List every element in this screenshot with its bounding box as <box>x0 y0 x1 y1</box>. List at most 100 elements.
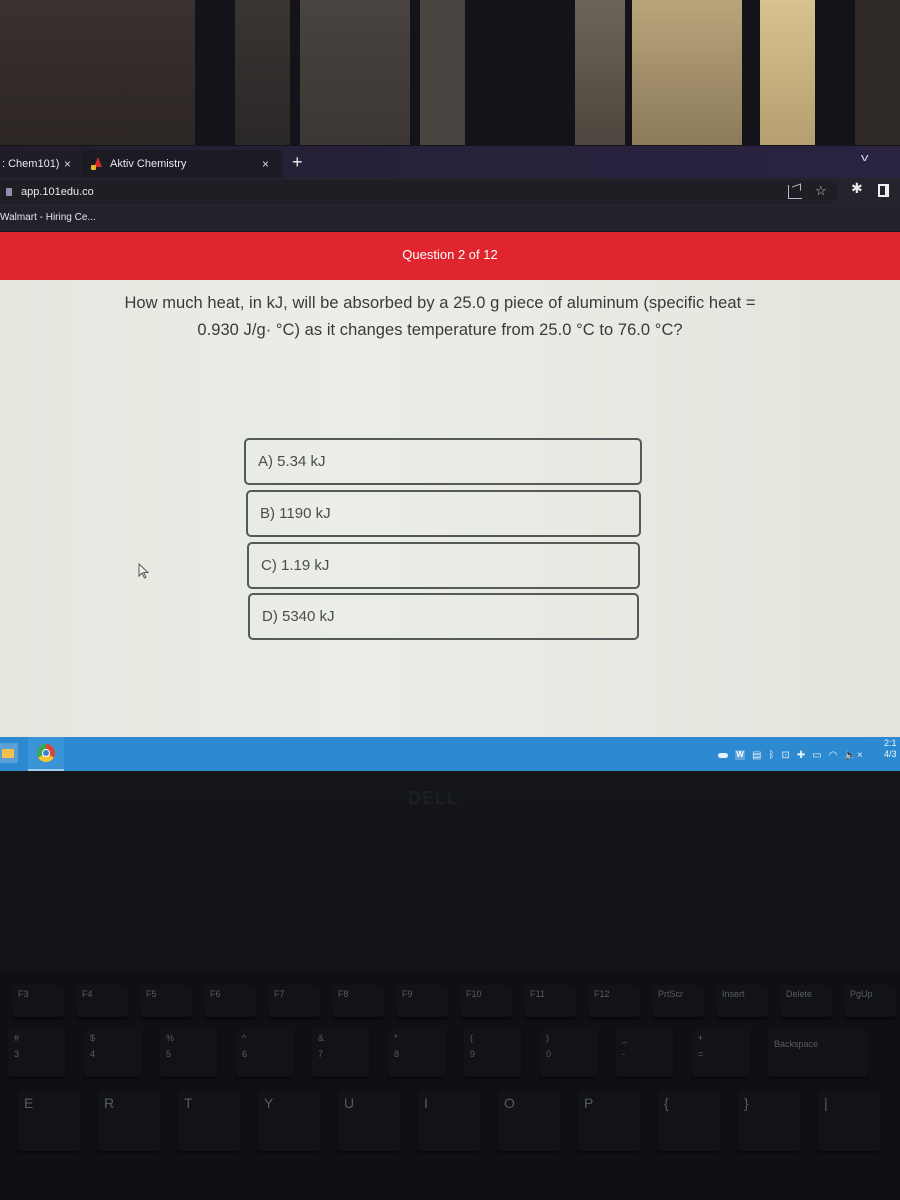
system-tray: W ▤ ᛒ ⊡ ✚ ▭ ◠ 🔈× <box>718 747 863 763</box>
extensions-puzzle-icon[interactable]: ✱ <box>851 180 863 197</box>
keyboard-key: F5 <box>140 985 192 1017</box>
answer-option-c[interactable]: C) 1.19 kJ <box>247 542 640 589</box>
windows-taskbar: W ▤ ᛒ ⊡ ✚ ▭ ◠ 🔈× 2:1 4/3 <box>0 737 900 771</box>
background-room <box>0 0 900 150</box>
question-text: How much heat, in kJ, will be absorbed b… <box>124 294 756 339</box>
file-explorer-icon[interactable] <box>0 743 18 763</box>
keyboard-key: F9 <box>396 985 448 1017</box>
keyboard-key: Insert <box>716 985 768 1017</box>
keyboard-key: PrtScr <box>652 985 704 1017</box>
option-label: D) 5340 kJ <box>262 608 335 625</box>
keyboard-key: I <box>418 1091 480 1151</box>
wifi-icon[interactable]: ◠ <box>829 750 838 761</box>
taskbar-clock[interactable]: 2:1 4/3 <box>884 738 897 760</box>
keyboard-key: T <box>178 1091 240 1151</box>
keyboard-key: ^ 6 <box>236 1029 294 1077</box>
window-pane <box>855 0 900 145</box>
chrome-icon <box>37 744 55 762</box>
dell-logo: DELL <box>408 788 459 808</box>
keyboard-key: PgUp <box>844 985 896 1017</box>
clock-time: 2:1 <box>884 738 897 748</box>
keyboard-key: F3 <box>12 985 64 1017</box>
quiz-page: Question 2 of 12 How much heat, in kJ, w… <box>0 232 900 737</box>
onedrive-cloud-icon[interactable] <box>718 752 728 758</box>
keyboard-key: F12 <box>588 985 640 1017</box>
battery-icon[interactable]: ▭ <box>812 750 821 761</box>
close-icon[interactable]: × <box>64 157 71 171</box>
meet-now-icon[interactable]: ⊡ <box>781 750 789 761</box>
bookmark-walmart[interactable]: Walmart - Hiring Ce... <box>0 212 96 223</box>
keyboard-key: #3 <box>8 1029 66 1077</box>
window-pane <box>575 0 625 145</box>
window-pane <box>235 0 290 145</box>
question-counter: Question 2 of 12 <box>402 246 498 262</box>
keyboard-key: { <box>658 1091 720 1151</box>
volume-muted-icon[interactable]: 🔈× <box>844 750 862 761</box>
keyboard-key: E <box>18 1091 80 1151</box>
keyboard-key: _ - <box>616 1029 674 1077</box>
keyboard-key: F8 <box>332 985 384 1017</box>
option-label: C) 1.19 kJ <box>261 557 330 574</box>
lock-icon[interactable] <box>6 188 12 196</box>
bookmark-star-icon[interactable]: ☆ <box>815 183 827 199</box>
share-icon[interactable] <box>788 185 802 199</box>
keyboard-key: $4 <box>84 1029 142 1077</box>
new-tab-button[interactable]: + <box>292 150 303 174</box>
address-bar[interactable]: app.101edu.co ☆ <box>0 180 838 204</box>
tab-chem101[interactable]: : Chem101) × <box>0 150 82 178</box>
keyboard-key: F10 <box>460 985 512 1017</box>
bluetooth-icon[interactable]: ᛒ <box>768 750 774 761</box>
window-pane <box>420 0 465 145</box>
aktiv-logo-icon <box>90 157 104 171</box>
url-text[interactable]: app.101edu.co <box>21 186 94 198</box>
keyboard-key: F11 <box>524 985 576 1017</box>
keyboard-key: ) 0 <box>540 1029 598 1077</box>
keyboard-key: P <box>578 1091 640 1151</box>
monitor-icon[interactable]: ▤ <box>752 750 761 761</box>
laptop-keyboard: F3 F4 F5 F6 F7 F8 F9 F10 F11 F12 PrtScr Insert Delet… <box>0 971 900 1200</box>
tab-aktiv-chemistry[interactable]: Aktiv Chemistry × <box>82 150 282 178</box>
keyboard-key: U <box>338 1091 400 1151</box>
answer-option-d[interactable]: D) 5340 kJ <box>248 593 639 640</box>
laptop-screen: : Chem101) × Aktiv Chemistry × + v app.1… <box>0 146 900 771</box>
keyboard-key: (9 <box>464 1029 522 1077</box>
keyboard-key: * 8 <box>388 1029 446 1077</box>
photo-scene: : Chem101) × Aktiv Chemistry × + v app.1… <box>0 0 900 1200</box>
tab-title: : Chem101) <box>2 158 60 170</box>
mouse-cursor-icon <box>138 563 150 579</box>
window-pane <box>760 0 815 145</box>
keyboard-key: R <box>98 1091 160 1151</box>
window-pane <box>0 0 195 145</box>
keyboard-key: + = <box>692 1029 750 1077</box>
keyboard-key: } <box>738 1091 800 1151</box>
clock-date: 4/3 <box>884 749 897 759</box>
keyboard-key: Backspace <box>768 1029 868 1077</box>
window-pane <box>632 0 742 145</box>
tab-title: Aktiv Chemistry <box>110 158 187 170</box>
close-icon[interactable]: × <box>262 157 269 171</box>
keyboard-key: F4 <box>76 985 128 1017</box>
keyboard-key: Delete <box>780 985 832 1017</box>
keyboard-key: F6 <box>204 985 256 1017</box>
keyboard-key: | <box>818 1091 880 1151</box>
browser-tab-bar: : Chem101) × Aktiv Chemistry × + v <box>0 146 900 178</box>
option-label: A) 5.34 kJ <box>258 453 326 470</box>
keyboard-key: F7 <box>268 985 320 1017</box>
word-icon[interactable]: W <box>735 750 745 760</box>
taskbar-chrome-button[interactable] <box>28 737 64 771</box>
bookmarks-bar: Walmart - Hiring Ce... <box>0 206 900 232</box>
keyboard-key: & 7 <box>312 1029 370 1077</box>
laptop-bezel: DELL <box>0 771 900 971</box>
option-label: B) 1190 kJ <box>260 505 331 522</box>
keyboard-key: Y <box>258 1091 320 1151</box>
window-pane <box>300 0 410 145</box>
browser-toolbar: app.101edu.co ☆ ✱ <box>0 178 900 206</box>
question-progress-bar: Question 2 of 12 <box>0 232 900 280</box>
answer-option-a[interactable]: A) 5.34 kJ <box>244 438 642 485</box>
tab-search-chevron-icon[interactable]: v <box>861 152 869 164</box>
keyboard-key: O <box>498 1091 560 1151</box>
answer-option-b[interactable]: B) 1190 kJ <box>246 490 641 537</box>
keyboard-key: % 5 <box>160 1029 218 1077</box>
side-panel-icon[interactable] <box>878 184 889 197</box>
security-shield-icon[interactable]: ✚ <box>797 750 805 761</box>
